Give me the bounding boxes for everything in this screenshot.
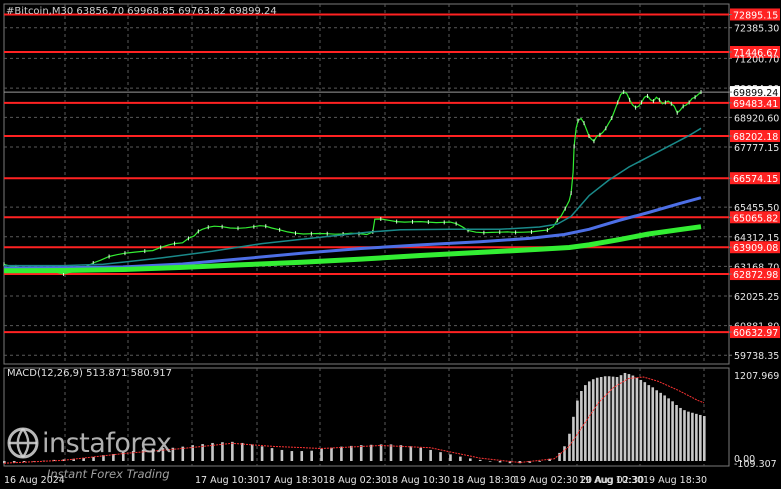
price-axis-tick-label: 71200.70 — [734, 54, 779, 65]
instaforex-logo-icon — [7, 427, 39, 459]
macd-histogram-bar — [379, 444, 383, 461]
macd-histogram-bar — [667, 398, 670, 461]
macd-histogram-bar — [572, 416, 575, 461]
time-axis-label: 20 Aug 02:30 — [580, 475, 644, 486]
macd-histogram-bar — [627, 374, 631, 461]
macd-histogram-bar — [687, 411, 690, 461]
price-level-tag: 68202.18 — [733, 132, 778, 143]
macd-histogram-bar — [699, 414, 702, 461]
macd-histogram-bar — [659, 392, 662, 461]
macd-histogram-bar — [563, 446, 566, 461]
macd-histogram-bar — [310, 450, 313, 461]
macd-histogram-bar — [231, 441, 234, 461]
macd-histogram-bar — [498, 461, 502, 463]
macd-axis-tick-label: 1207.969 — [734, 371, 779, 382]
macd-histogram-bar — [651, 387, 655, 461]
macd-histogram-bar — [603, 376, 607, 461]
time-axis-label: 19 Aug 18:30 — [643, 475, 707, 486]
macd-histogram-bar — [260, 446, 264, 461]
macd-histogram-bar — [683, 410, 686, 461]
macd-histogram-bar — [611, 376, 615, 461]
macd-histogram-bar — [439, 452, 442, 461]
macd-histogram-bar — [488, 461, 492, 462]
macd-histogram-bar — [580, 391, 583, 461]
time-axis-label: 18 Aug 10:30 — [386, 475, 450, 486]
macd-histogram-bar — [607, 376, 611, 461]
price-level-tag: 72895.15 — [733, 10, 778, 21]
price-axis-tick-label: 67777.15 — [734, 143, 779, 154]
macd-histogram-bar — [300, 451, 304, 461]
macd-histogram-bar — [320, 448, 323, 461]
macd-histogram-bar — [250, 444, 254, 461]
macd-histogram-bar — [639, 379, 643, 461]
macd-histogram-bar — [679, 407, 682, 461]
macd-histogram-bar — [270, 448, 274, 461]
time-axis-label: 17 Aug 10:30 — [195, 475, 259, 486]
macd-histogram-bar — [419, 447, 423, 461]
logo-name: instaforex — [42, 428, 172, 459]
macd-histogram-bar — [647, 385, 651, 461]
macd-histogram-bar — [703, 416, 706, 461]
price-axis-tick-label: 62025.25 — [734, 292, 779, 303]
macd-histogram-bar — [429, 449, 432, 461]
macd-histogram-bar — [340, 446, 343, 461]
macd-histogram-bar — [449, 454, 452, 461]
macd-histogram-bar — [221, 442, 224, 461]
macd-histogram-bar — [623, 372, 627, 461]
macd-histogram-bar — [595, 377, 599, 461]
macd-histogram-bar — [587, 381, 591, 461]
macd-histogram-bar — [280, 449, 284, 461]
macd-histogram-bar — [369, 444, 373, 461]
price-level-tag: 65065.82 — [733, 213, 778, 224]
macd-histogram-bar — [389, 444, 393, 461]
macd-histogram-bar — [619, 375, 623, 461]
time-axis-label: 17 Aug 18:30 — [259, 475, 323, 486]
macd-histogram-bar — [671, 401, 674, 461]
macd-histogram-bar — [459, 456, 462, 461]
price-axis-tick-label: 72385.30 — [734, 24, 779, 35]
macd-histogram-bar — [643, 382, 647, 461]
macd-histogram-bar — [635, 377, 639, 461]
chart-window[interactable]: 72895.1572385.3071446.6771200.7070054.00… — [0, 0, 781, 489]
macd-histogram-bar — [663, 395, 666, 461]
price-level-tag: 69483.41 — [733, 99, 778, 110]
macd-axis-tick-label: -109.307 — [734, 459, 777, 470]
macd-histogram-bar — [330, 447, 333, 461]
instaforex-logo: instaforex Instant Forex Trading — [6, 424, 196, 488]
time-axis-label: 19 Aug 02:30 — [514, 475, 578, 486]
macd-histogram-bar — [359, 445, 363, 461]
macd-histogram-bar — [290, 451, 294, 461]
chart-canvas[interactable]: 72895.1572385.3071446.6771200.7070054.00… — [0, 0, 781, 489]
macd-histogram-bar — [591, 379, 595, 461]
macd-histogram-bar — [558, 452, 561, 461]
macd-histogram-bar — [615, 377, 619, 461]
time-axis-label: 18 Aug 18:30 — [452, 475, 516, 486]
macd-histogram-bar — [631, 375, 635, 461]
macd-histogram-bar — [409, 446, 413, 461]
chart-header: #Bitcoin,M30 63856.70 69968.85 69763.82 … — [6, 6, 277, 17]
macd-histogram-bar — [675, 405, 678, 461]
time-axis-label: 18 Aug 02:30 — [323, 475, 387, 486]
price-level-tag: 62872.98 — [733, 270, 778, 281]
price-level-tag: 60632.97 — [733, 328, 778, 339]
macd-histogram-bar — [399, 445, 403, 461]
macd-title: MACD(12,26,9) 513.871 580.917 — [7, 368, 172, 379]
price-axis-tick-label: 59738.35 — [734, 351, 779, 362]
macd-histogram-bar — [695, 413, 698, 461]
macd-histogram-bar — [599, 377, 603, 461]
macd-histogram-bar — [655, 390, 659, 461]
macd-histogram-bar — [478, 459, 482, 461]
price-level-tag: 63909.08 — [733, 243, 778, 254]
macd-histogram-bar — [469, 458, 472, 461]
macd-histogram-bar — [691, 412, 694, 461]
price-axis-tick-label: 68920.60 — [734, 113, 779, 124]
macd-histogram-bar — [576, 400, 579, 461]
macd-histogram-bar — [240, 442, 244, 461]
logo-tagline: Instant Forex Trading — [47, 467, 170, 481]
macd-histogram-bar — [350, 445, 353, 461]
macd-histogram-bar — [538, 461, 542, 462]
price-level-tag: 66574.15 — [733, 174, 778, 185]
